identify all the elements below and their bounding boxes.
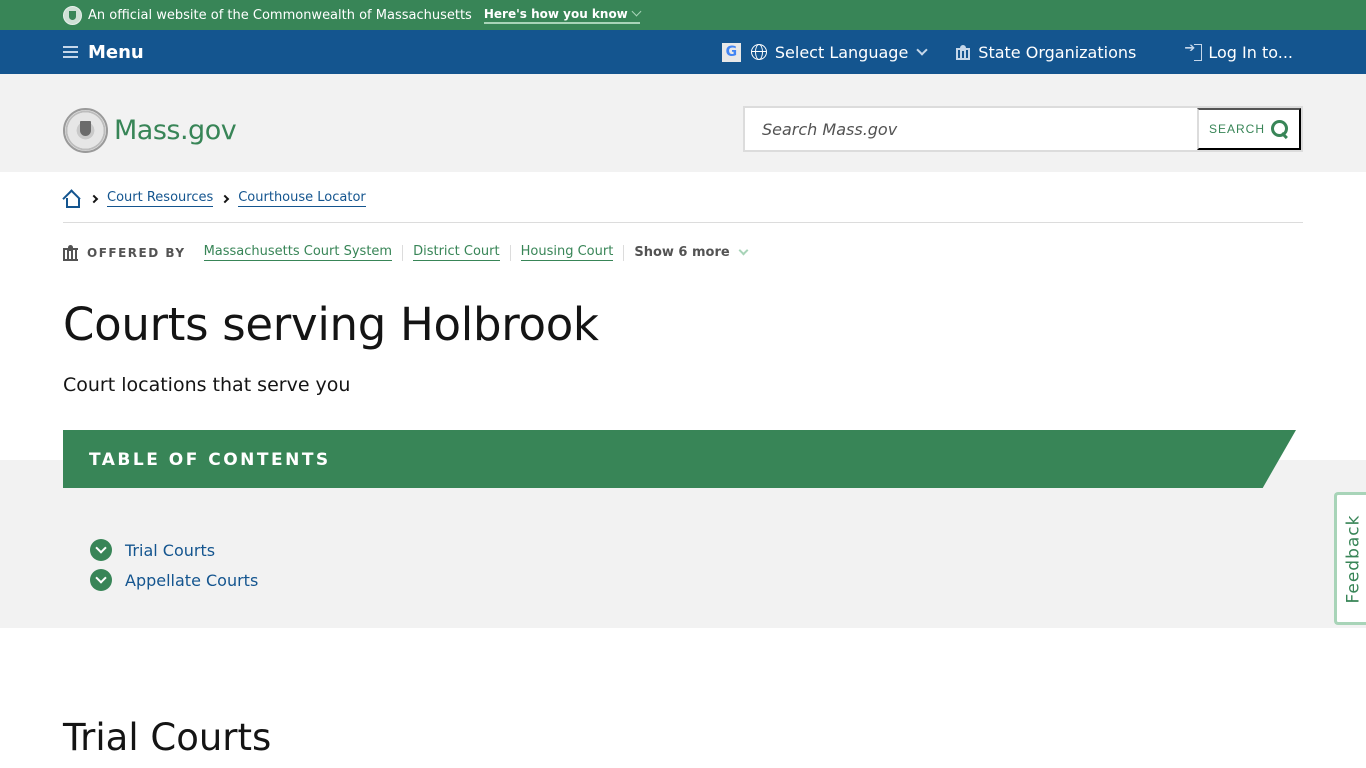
- feedback-button[interactable]: Feedback: [1334, 492, 1366, 625]
- feedback-label: Feedback: [1343, 514, 1364, 603]
- org-link-district-court[interactable]: District Court: [413, 244, 500, 261]
- heres-how-you-know-label: Here's how you know: [483, 6, 628, 21]
- utility-nav-right: G Select Language State Organizations Lo…: [721, 30, 1293, 74]
- chevron-right-icon: [220, 194, 230, 203]
- globe-icon: [750, 44, 767, 60]
- show-more-label: Show 6 more: [634, 245, 730, 260]
- sign-in-icon: [1184, 41, 1203, 61]
- toc-link-trial-courts[interactable]: Trial Courts: [125, 541, 215, 560]
- official-banner-text: An official website of the Commonwealth …: [88, 7, 472, 23]
- site-header: Mass.gov SEARCH: [0, 74, 1366, 172]
- mass-gov-logo-link[interactable]: Mass.gov: [63, 108, 237, 153]
- home-icon[interactable]: [63, 191, 80, 208]
- show-more-orgs-button[interactable]: Show 6 more: [634, 245, 749, 260]
- chevron-right-icon: [89, 194, 99, 203]
- divider: [623, 244, 625, 261]
- massachusetts-seal-icon: [63, 108, 108, 153]
- chevron-down-icon: [738, 245, 749, 256]
- search-button-label: SEARCH: [1208, 122, 1265, 136]
- chevron-down-icon: [916, 43, 928, 56]
- toc-item: Trial Courts: [90, 535, 258, 565]
- select-language-dropdown[interactable]: Select Language: [750, 42, 928, 62]
- table-of-contents-header: TABLE OF CONTENTS: [63, 430, 1296, 488]
- divider: [402, 244, 404, 261]
- utility-nav: Menu G Select Language State Organizatio…: [0, 30, 1366, 74]
- logo-text: Mass.gov: [114, 115, 237, 146]
- divider: [63, 222, 1303, 223]
- section-heading-trial-courts: Trial Courts: [63, 716, 272, 759]
- breadcrumb: Court Resources Courthouse Locator: [63, 190, 366, 208]
- breadcrumb-courthouse-locator[interactable]: Courthouse Locator: [238, 190, 366, 207]
- state-organizations-label: State Organizations: [978, 42, 1137, 62]
- massachusetts-seal-icon: [63, 5, 82, 25]
- state-organizations-button[interactable]: State Organizations: [956, 43, 1136, 62]
- offered-by: OFFERED BY Massachusetts Court System Di…: [63, 244, 749, 261]
- search-input[interactable]: [745, 108, 1197, 150]
- toc-link-appellate-courts[interactable]: Appellate Courts: [125, 571, 258, 590]
- chevron-circle-down-icon: [90, 539, 112, 561]
- log-in-label: Log In to...: [1208, 42, 1293, 62]
- breadcrumb-court-resources[interactable]: Court Resources: [107, 190, 214, 207]
- org-link-massachusetts-court-system[interactable]: Massachusetts Court System: [203, 244, 393, 261]
- org-link-housing-court[interactable]: Housing Court: [520, 244, 614, 261]
- chevron-circle-down-icon: [90, 569, 112, 591]
- log-in-button[interactable]: Log In to...: [1184, 41, 1293, 62]
- search-form: SEARCH: [743, 106, 1303, 152]
- official-website-banner: An official website of the Commonwealth …: [0, 0, 1366, 30]
- offered-by-label: OFFERED BY: [87, 245, 186, 260]
- capitol-building-icon: [956, 44, 971, 60]
- table-of-contents-title: TABLE OF CONTENTS: [89, 450, 331, 470]
- toc-item: Appellate Courts: [90, 565, 258, 595]
- search-icon: [1271, 120, 1289, 138]
- page-title: Courts serving Holbrook: [63, 298, 599, 351]
- menu-button[interactable]: Menu: [63, 30, 144, 74]
- heres-how-you-know-link[interactable]: Here's how you know: [483, 6, 642, 24]
- divider: [509, 244, 511, 261]
- building-icon: [63, 244, 78, 261]
- chevron-down-icon: [631, 6, 642, 17]
- page-subtitle: Court locations that serve you: [63, 374, 351, 396]
- hamburger-icon: [63, 46, 78, 58]
- search-button[interactable]: SEARCH: [1197, 108, 1301, 150]
- select-language-label: Select Language: [774, 42, 909, 62]
- google-translate-icon: G: [721, 42, 741, 62]
- table-of-contents-list: Trial Courts Appellate Courts: [90, 535, 258, 595]
- menu-label: Menu: [88, 41, 144, 63]
